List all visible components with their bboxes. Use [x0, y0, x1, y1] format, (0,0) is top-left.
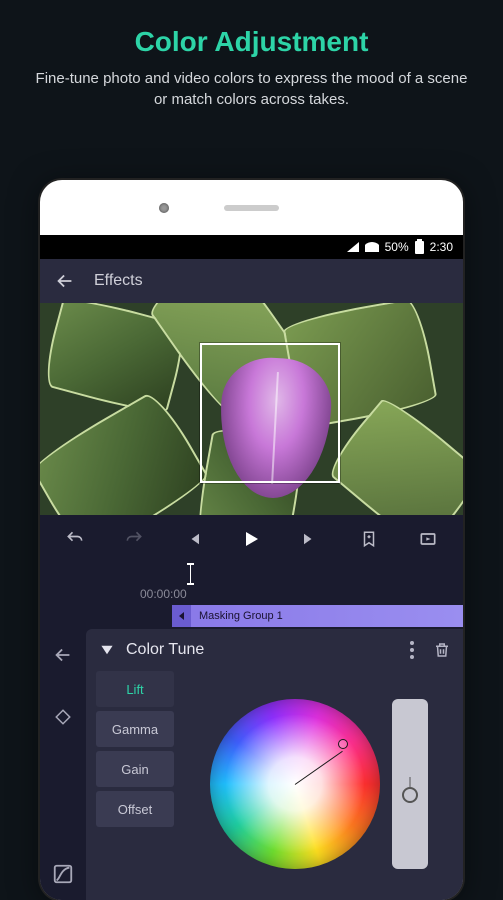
panel-header: Color Tune [96, 639, 453, 661]
curves-icon[interactable] [51, 862, 75, 886]
brightness-slider[interactable] [392, 699, 428, 869]
transport-bar [40, 515, 463, 563]
header-title: Effects [94, 272, 143, 290]
color-tabs: Lift Gamma Gain Offset [96, 671, 174, 900]
app-screen: Effects [40, 259, 463, 900]
redo-button[interactable] [121, 526, 147, 552]
keyframe-icon[interactable] [51, 705, 75, 729]
undo-button[interactable] [62, 526, 88, 552]
fullscreen-icon[interactable] [415, 526, 441, 552]
tab-lift[interactable]: Lift [96, 671, 174, 707]
battery-icon [415, 241, 424, 254]
collapse-icon[interactable] [96, 639, 118, 661]
effects-panel: Color Tune Lift Gamma Gain Offset [40, 629, 463, 900]
skip-end-button[interactable] [297, 526, 323, 552]
skip-start-button[interactable] [180, 526, 206, 552]
timecode: 00:00:00 [140, 587, 187, 601]
video-preview[interactable] [40, 303, 463, 515]
speaker-grille [224, 205, 279, 211]
signal-icon [347, 242, 359, 252]
tab-gamma[interactable]: Gamma [96, 711, 174, 747]
tab-offset[interactable]: Offset [96, 791, 174, 827]
delete-icon[interactable] [431, 639, 453, 661]
selection-box[interactable] [200, 343, 340, 483]
panel-title: Color Tune [126, 641, 393, 659]
battery-percent: 50% [385, 240, 409, 254]
back-icon[interactable] [54, 270, 76, 292]
playhead[interactable] [190, 563, 191, 585]
preview-image [40, 388, 212, 515]
slider-thumb[interactable] [399, 777, 421, 799]
promo-title: Color Adjustment [0, 0, 503, 58]
promo-subtitle: Fine-tune photo and video colors to expr… [0, 58, 503, 110]
app-header: Effects [40, 259, 463, 303]
wheel-indicator-line [294, 750, 342, 784]
phone-hardware-top [40, 180, 463, 235]
bookmark-add-icon[interactable] [356, 526, 382, 552]
clock: 2:30 [430, 240, 453, 254]
status-bar: 50% 2:30 [40, 235, 463, 259]
play-button[interactable] [238, 526, 264, 552]
wheel-indicator-dot[interactable] [338, 739, 348, 749]
wifi-icon [365, 242, 379, 252]
more-icon[interactable] [401, 639, 423, 661]
panel-rail [40, 629, 86, 900]
camera-dot [159, 203, 169, 213]
phone-frame: 50% 2:30 Effects [40, 180, 463, 900]
panel-body: Color Tune Lift Gamma Gain Offset [86, 629, 463, 900]
tab-gain[interactable]: Gain [96, 751, 174, 787]
timeline-clip[interactable]: Masking Group 1 [191, 605, 463, 627]
color-wheel[interactable] [210, 699, 380, 869]
clip-label: Masking Group 1 [199, 610, 283, 622]
timeline[interactable]: 00:00:00 Masking Group 1 [40, 563, 463, 627]
panel-back-icon[interactable] [51, 643, 75, 667]
clip-handle[interactable] [172, 605, 191, 627]
